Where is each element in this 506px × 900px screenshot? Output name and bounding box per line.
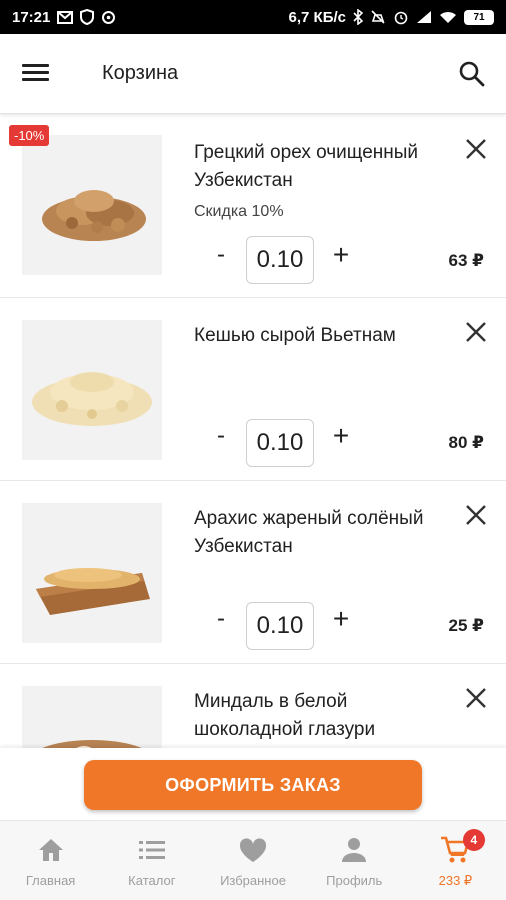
remove-item-button[interactable]	[462, 501, 490, 529]
nav-favorites-label: Избранное	[220, 873, 286, 888]
heart-icon	[238, 835, 268, 865]
nav-catalog-label: Каталог	[128, 873, 176, 888]
cart-item: Кешью сырой Вьетнам - 0.10 + 80 ₽	[0, 298, 506, 481]
status-time: 17:21	[12, 8, 51, 26]
cart-list[interactable]: -10% Грецкий орех очищенный Узбекистан С…	[0, 115, 506, 748]
list-icon	[137, 835, 167, 865]
nav-home[interactable]: Главная	[0, 821, 101, 900]
item-name[interactable]: Грецкий орех очищенный Узбекистан	[194, 139, 456, 195]
bluetooth-icon	[353, 9, 363, 25]
item-name[interactable]: Кешью сырой Вьетнам	[194, 322, 456, 350]
wifi-icon	[439, 10, 457, 24]
peanut-image[interactable]	[22, 503, 162, 643]
cart-item: Арахис жареный солёный Узбекистан - 0.10…	[0, 481, 506, 664]
nav-catalog[interactable]: Каталог	[101, 821, 202, 900]
close-icon	[466, 322, 486, 342]
nav-cart-total: 233 ₽	[438, 873, 473, 888]
hamburger-icon	[22, 64, 56, 81]
cart-item: -10% Грецкий орех очищенный Узбекистан С…	[0, 115, 506, 298]
quantity-decrease-button[interactable]: -	[211, 422, 231, 450]
item-price: 63 ₽	[448, 251, 484, 270]
cart-count-badge: 4	[462, 829, 485, 851]
signal-icon	[416, 10, 432, 24]
checkout-button[interactable]: ОФОРМИТЬ ЗАКАЗ	[84, 760, 422, 810]
cashew-image[interactable]	[22, 320, 162, 460]
net-speed: 6,7 КБ/с	[288, 8, 346, 26]
mute-icon	[370, 9, 386, 25]
quantity-increase-button[interactable]: +	[329, 239, 353, 271]
remove-item-button[interactable]	[462, 684, 490, 712]
remove-item-button[interactable]	[462, 135, 490, 163]
quantity-increase-button[interactable]: +	[329, 603, 353, 635]
menu-button[interactable]	[22, 60, 56, 88]
alarm-icon	[393, 9, 409, 25]
quantity-decrease-button[interactable]: -	[211, 605, 231, 633]
search-button[interactable]	[456, 58, 488, 90]
battery-indicator: 71	[464, 9, 494, 25]
walnut-image[interactable]	[22, 135, 162, 275]
nav-profile[interactable]: Профиль	[304, 821, 405, 900]
remove-item-button[interactable]	[462, 318, 490, 346]
discount-badge: -10%	[9, 125, 50, 146]
gmail-icon	[57, 10, 74, 24]
status-bar: 17:21 6,7 КБ/с 71	[0, 0, 506, 34]
quantity-field[interactable]: 0.10	[246, 236, 314, 284]
app-bar: Корзина	[0, 34, 506, 114]
quantity-decrease-button[interactable]: -	[211, 241, 231, 269]
bottom-navigation: Главная Каталог Избранное Профиль 4 233 …	[0, 820, 506, 900]
nav-cart[interactable]: 4 233 ₽	[405, 821, 506, 900]
home-icon	[36, 835, 66, 865]
item-discount-note: Скидка 10%	[194, 203, 284, 220]
nav-profile-label: Профиль	[326, 873, 383, 888]
page-title: Корзина	[102, 62, 179, 84]
quantity-field[interactable]: 0.10	[246, 602, 314, 650]
item-price: 80 ₽	[448, 433, 484, 452]
close-icon	[466, 688, 486, 708]
shield-icon	[80, 9, 95, 25]
quantity-field[interactable]: 0.10	[246, 419, 314, 467]
cart-item: Миндаль в белой шоколадной глазури	[0, 664, 506, 748]
search-icon	[459, 61, 485, 87]
item-price: 25 ₽	[448, 616, 484, 635]
person-icon	[339, 835, 369, 865]
nav-home-label: Главная	[25, 873, 76, 888]
quantity-increase-button[interactable]: +	[329, 420, 353, 452]
almond-image[interactable]	[22, 686, 162, 748]
checkout-bar: ОФОРМИТЬ ЗАКАЗ	[0, 748, 506, 820]
item-name[interactable]: Арахис жареный солёный Узбекистан	[194, 505, 456, 561]
close-icon	[466, 139, 486, 159]
sync-icon	[101, 10, 116, 25]
nav-favorites[interactable]: Избранное	[202, 821, 303, 900]
item-name[interactable]: Миндаль в белой шоколадной глазури	[194, 688, 456, 744]
close-icon	[466, 505, 486, 525]
